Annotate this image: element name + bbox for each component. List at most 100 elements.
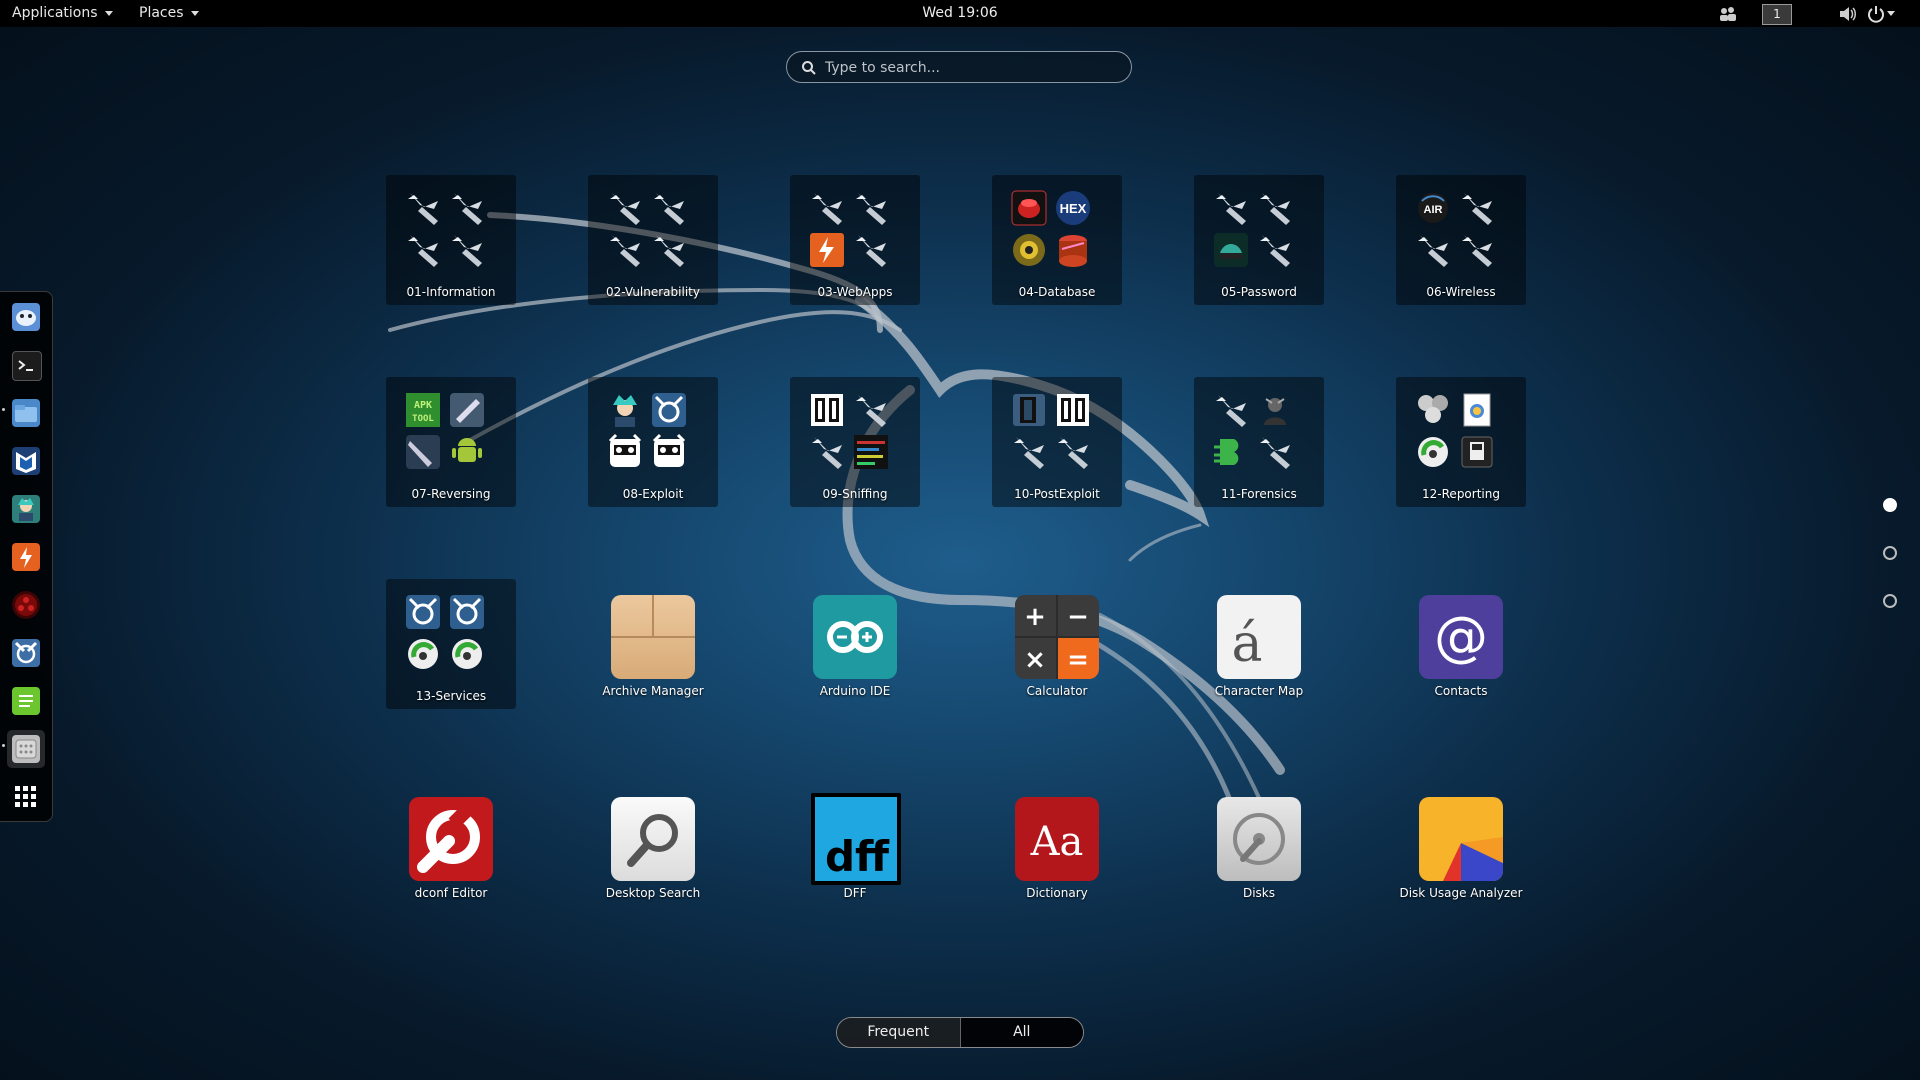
dash-item-metasploit[interactable] xyxy=(7,442,45,480)
screenshot-icon xyxy=(12,735,40,763)
disk-usage-icon xyxy=(1419,797,1503,881)
oscanner-icon xyxy=(1013,234,1045,266)
tool-icon xyxy=(1418,235,1448,267)
view-switcher: Frequent All xyxy=(836,1017,1084,1048)
search-box[interactable] xyxy=(786,51,1132,83)
app-calculator[interactable]: + − × = Calculator xyxy=(992,579,1122,709)
workspace-indicator[interactable]: 1 xyxy=(1762,4,1792,25)
folder-05-password[interactable]: 05-Password xyxy=(1194,175,1324,305)
svg-text:dff: dff xyxy=(825,832,890,881)
dash-item-beef[interactable] xyxy=(7,298,45,336)
tool-icon xyxy=(408,235,438,267)
app-label: Desktop Search xyxy=(605,886,701,900)
folder-03-webapps[interactable]: 03-WebApps xyxy=(790,175,920,305)
folder-01-information[interactable]: 01-Information xyxy=(386,175,516,305)
dictionary-icon: Aa xyxy=(1015,797,1099,881)
page-indicator-1[interactable] xyxy=(1883,498,1897,512)
tool-icon xyxy=(1260,437,1290,469)
folder-12-reporting[interactable]: 12-Reporting xyxy=(1396,377,1526,507)
terminal-icon xyxy=(12,351,42,381)
frequent-button[interactable]: Frequent xyxy=(837,1018,961,1047)
folder-06-wireless[interactable]: AIR 06-Wireless xyxy=(1396,175,1526,305)
folder-label: 01-Information xyxy=(406,285,496,299)
power-menu-chevron-icon[interactable] xyxy=(1887,0,1895,27)
app-disks[interactable]: Disks xyxy=(1194,781,1324,911)
folder-04-database[interactable]: HEX 04-Database xyxy=(992,175,1122,305)
places-menu[interactable]: Places xyxy=(139,0,199,27)
svg-text:APK: APK xyxy=(414,400,432,411)
app-arduino-ide[interactable]: Arduino IDE xyxy=(790,579,920,709)
folder-label: 06-Wireless xyxy=(1426,285,1496,299)
folder-13-services[interactable]: 13-Services xyxy=(386,579,516,709)
apktool-icon: APK TOOL xyxy=(406,393,440,427)
svg-text:−: − xyxy=(1067,602,1089,632)
metasploit-icon xyxy=(12,447,40,475)
app-dff[interactable]: dff DFF xyxy=(790,781,920,911)
places-menu-label: Places xyxy=(139,5,184,21)
maltego-icon xyxy=(406,595,440,629)
burpsuite-icon xyxy=(810,233,844,267)
page-indicator-2[interactable] xyxy=(1883,546,1897,560)
app-label: Dictionary xyxy=(1026,886,1088,900)
bulk-extractor-icon xyxy=(1214,439,1239,465)
svg-text:@: @ xyxy=(1434,605,1488,668)
contacts-icon: @ xyxy=(1419,595,1503,679)
app-dictionary[interactable]: Aa Dictionary xyxy=(992,781,1122,911)
folder-label: 07-Reversing xyxy=(411,487,491,501)
people-icon[interactable] xyxy=(1718,0,1738,27)
app-disk-usage-analyzer[interactable]: Disk Usage Analyzer xyxy=(1396,781,1526,911)
armitage-icon xyxy=(12,495,40,523)
folder-07-reversing[interactable]: APK TOOL 07-Reversing xyxy=(386,377,516,507)
search-input[interactable] xyxy=(823,57,1117,79)
folder-11-forensics[interactable]: 11-Forensics xyxy=(1194,377,1324,507)
app-label: Character Map xyxy=(1214,684,1304,698)
applications-menu[interactable]: Applications xyxy=(12,0,113,27)
svg-text:=: = xyxy=(1067,645,1089,675)
power-icon[interactable] xyxy=(1867,0,1885,27)
app-dconf-editor[interactable]: dconf Editor xyxy=(386,781,516,911)
ettercap-icon xyxy=(854,435,888,469)
folder-10-postexploit[interactable]: 10-PostExploit xyxy=(992,377,1122,507)
dash-item-maltego[interactable] xyxy=(7,634,45,672)
dash-item-faraday[interactable] xyxy=(7,586,45,624)
app-archive-manager[interactable]: Archive Manager xyxy=(588,579,718,709)
johnny-icon xyxy=(1214,233,1248,267)
dff-icon: dff xyxy=(811,793,901,885)
app-label: DFF xyxy=(843,886,867,900)
volume-icon[interactable] xyxy=(1838,0,1858,27)
page-indicator-3[interactable] xyxy=(1883,594,1897,608)
aircrack-icon: AIR xyxy=(1418,193,1448,223)
beef-icon xyxy=(608,433,642,467)
folder-08-exploit[interactable]: 08-Exploit xyxy=(588,377,718,507)
dash-item-leafpad[interactable] xyxy=(7,682,45,720)
tool-icon xyxy=(812,193,842,225)
folder-label: 09-Sniffing xyxy=(822,487,888,501)
show-applications-button[interactable] xyxy=(7,778,45,816)
top-bar: Applications Places Wed 19:06 1 xyxy=(0,0,1920,27)
folder-label: 04-Database xyxy=(1018,285,1096,299)
dash-item-terminal[interactable] xyxy=(7,346,45,384)
archive-icon xyxy=(611,595,695,679)
folder-02-vulnerability[interactable]: 02-Vulnerability xyxy=(588,175,718,305)
svg-text:Aa: Aa xyxy=(1030,819,1084,865)
clock[interactable]: Wed 19:06 xyxy=(922,5,997,21)
app-contacts[interactable]: @ Contacts xyxy=(1396,579,1526,709)
dash-item-burpsuite[interactable] xyxy=(7,538,45,576)
folder-label: 12-Reporting xyxy=(1422,487,1500,501)
dash-item-files[interactable] xyxy=(7,394,45,432)
tool-icon xyxy=(654,193,684,225)
maltego-icon xyxy=(12,639,40,667)
disks-icon xyxy=(1217,797,1301,881)
app-character-map[interactable]: á Character Map xyxy=(1194,579,1324,709)
app-desktop-search[interactable]: Desktop Search xyxy=(588,781,718,911)
dash-item-screenshot[interactable] xyxy=(7,730,45,768)
ollydbg-icon xyxy=(406,435,440,469)
recordmydesktop-icon xyxy=(1461,436,1493,468)
hex-icon: HEX xyxy=(1056,191,1090,225)
folder-09-sniffing[interactable]: 09-Sniffing xyxy=(790,377,920,507)
tool-icon xyxy=(1260,235,1290,267)
dash-item-armitage[interactable] xyxy=(7,490,45,528)
applications-menu-label: Applications xyxy=(12,5,98,21)
all-button[interactable]: All xyxy=(960,1018,1083,1047)
grid-icon xyxy=(12,783,40,811)
